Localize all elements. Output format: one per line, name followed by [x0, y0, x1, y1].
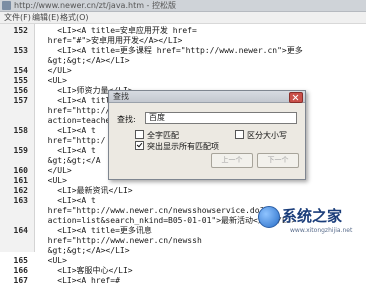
line-number: 152 — [13, 26, 28, 35]
line-number: 156 — [13, 86, 28, 95]
window-title: http://www.newer.cn/zt/java.htm - 控松版 — [14, 1, 176, 10]
match-case-label: 区分大小写 — [247, 131, 287, 140]
line-number: 163 — [13, 196, 28, 205]
code-line: 166 <LI>客服中心</LI> — [0, 266, 366, 276]
find-dialog: 查找 查找: 百度 全字匹配 区分大小写 突出显示所有匹配项 上一个 下一个 — [108, 90, 306, 180]
code-line: 152 <LI><A title=安卓应用开发 href= — [0, 26, 366, 36]
line-text: href="http:/ — [38, 136, 106, 145]
line-text: <LI><A t — [38, 146, 96, 155]
line-text: href="http://www.newer.cn/newssh — [38, 236, 202, 245]
line-text: </UL> — [38, 166, 72, 175]
close-icon[interactable] — [289, 92, 303, 103]
menubar: 文件(F) 编辑(E) 格式(O) — [0, 12, 366, 24]
line-number: 162 — [13, 186, 28, 195]
line-number: 164 — [13, 226, 28, 235]
code-line: 153 <LI><A title=更多课程 href="http://www.n… — [0, 46, 366, 56]
whole-word-checkbox[interactable] — [135, 130, 144, 139]
watermark-brand: 系统之家 — [282, 207, 343, 225]
line-text: &gt;&gt;</A — [38, 156, 101, 165]
find-dialog-titlebar[interactable]: 查找 — [109, 91, 305, 103]
line-text: <UL> — [38, 76, 67, 85]
line-text: <LI><A href=# — [38, 276, 120, 285]
highlight-all-label: 突出显示所有匹配项 — [147, 142, 219, 151]
line-number: 166 — [13, 266, 28, 275]
code-line: 155 <UL> — [0, 76, 366, 86]
line-text: <LI>最新资讯</LI> — [38, 186, 133, 195]
line-text: <LI><A t — [38, 196, 96, 205]
line-number: 161 — [13, 176, 28, 185]
line-text: <LI><A title=安卓应用开发 href= — [38, 26, 197, 35]
whole-word-label: 全字匹配 — [147, 131, 179, 140]
line-text: href="http://www.newer.cn/newsshowservic… — [38, 206, 265, 215]
code-line: 154 </UL> — [0, 66, 366, 76]
line-text: href="#">安卓用用开发</A></LI> — [38, 36, 183, 45]
code-line: &gt;&gt;</A></LI> — [0, 56, 366, 66]
code-line: 163 <LI><A t — [0, 196, 366, 206]
line-text: <UL> — [38, 256, 67, 265]
menu-file[interactable]: 文件(F) — [4, 12, 31, 23]
line-text: <UL> — [38, 176, 67, 185]
code-line: href="#">安卓用用开发</A></LI> — [0, 36, 366, 46]
whole-word-option[interactable]: 全字匹配 — [135, 130, 179, 141]
line-number: 154 — [13, 66, 28, 75]
match-case-checkbox[interactable] — [235, 130, 244, 139]
code-line: 167 <LI><A href=# — [0, 276, 366, 286]
line-number: 165 — [13, 256, 28, 265]
line-number: 153 — [13, 46, 28, 55]
find-input[interactable]: 百度 — [145, 112, 297, 124]
line-text: <LI><A title=更多课程 href="http://www.newer… — [38, 46, 303, 55]
line-number: 155 — [13, 76, 28, 85]
line-number: 167 — [13, 276, 28, 285]
line-text: <LI><A t — [38, 126, 96, 135]
watermark-url: www.xitongzhijia.net — [290, 227, 353, 234]
find-dialog-title: 查找 — [113, 92, 129, 101]
window-titlebar: http://www.newer.cn/zt/java.htm - 控松版 — [0, 0, 366, 12]
line-number: 160 — [13, 166, 28, 175]
line-text: &gt;&gt;</A></LI> — [38, 246, 130, 255]
app-icon — [2, 1, 11, 10]
line-text: &gt;&gt;</A></LI> — [38, 56, 130, 65]
line-text: </UL> — [38, 66, 72, 75]
find-label: 查找: — [117, 115, 136, 124]
menu-edit[interactable]: 编辑(E) — [32, 12, 59, 23]
match-case-option[interactable]: 区分大小写 — [235, 130, 287, 141]
line-number: 159 — [13, 146, 28, 155]
code-line: href="http://www.newer.cn/newssh — [0, 236, 366, 246]
watermark-logo-icon — [258, 206, 280, 228]
line-text: <LI>客服中心</LI> — [38, 266, 133, 275]
highlight-all-option[interactable]: 突出显示所有匹配项 — [135, 141, 219, 152]
highlight-all-checkbox[interactable] — [135, 141, 144, 150]
line-number: 158 — [13, 126, 28, 135]
find-prev-button[interactable]: 上一个 — [211, 153, 253, 168]
find-next-button[interactable]: 下一个 — [257, 153, 299, 168]
code-line: 165 <UL> — [0, 256, 366, 266]
line-number: 157 — [13, 96, 28, 105]
line-text: action=teacher — [38, 116, 116, 125]
code-line: 162 <LI>最新资讯</LI> — [0, 186, 366, 196]
line-text: <LI><A title=更多讯息 — [38, 226, 152, 235]
menu-format[interactable]: 格式(O) — [60, 12, 89, 23]
code-line: &gt;&gt;</A></LI> — [0, 246, 366, 256]
